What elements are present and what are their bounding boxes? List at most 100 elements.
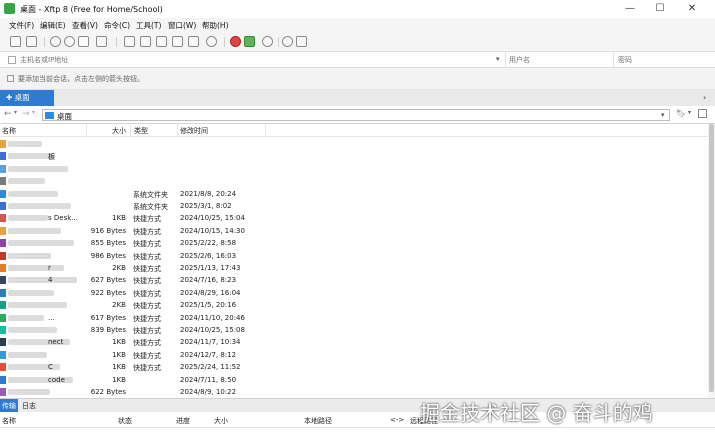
file-row[interactable]: ... 617 Bytes 快捷方式 2024/11/10, 20:46 [0,312,715,324]
stop-icon[interactable] [230,36,241,47]
file-row[interactable]: 4 627 Bytes 快捷方式 2024/7/16, 8:23 [0,274,715,286]
menu-command[interactable]: 命令(C) [104,20,130,31]
tab-log[interactable]: 日志 [22,401,36,411]
password-field[interactable] [618,54,708,66]
file-row[interactable]: 系统文件夹 2021/8/8, 20:24 [0,188,715,200]
xshell-icon[interactable] [244,36,255,47]
delete-icon[interactable] [156,36,167,47]
file-size: 839 Bytes [90,326,126,334]
file-modified: 2025/3/1, 8:02 [180,202,232,210]
chevron-down-icon[interactable]: ▾ [496,55,500,63]
file-row[interactable]: code 1KB 2024/7/11, 8:50 [0,374,715,386]
transfer-col-local-path[interactable]: 本地路径 [304,416,332,426]
file-row[interactable]: 922 Bytes 快捷方式 2024/8/29, 16:04 [0,287,715,299]
toolbar-divider [116,37,117,47]
close-button[interactable]: ✕ [680,0,704,18]
disconnect-icon[interactable] [64,36,75,47]
file-modified: 2025/1/13, 17:43 [180,264,241,272]
globe-icon[interactable] [206,36,217,47]
forward-icon[interactable]: → [22,109,30,119]
chevron-down-icon[interactable]: ▾ [14,109,17,116]
menu-tools[interactable]: 工具(T) [136,20,161,31]
refresh-icon[interactable] [698,109,707,118]
file-row[interactable]: 916 Bytes 快捷方式 2024/10/15, 14:30 [0,225,715,237]
file-row[interactable]: 855 Bytes 快捷方式 2025/2/22, 8:58 [0,237,715,249]
chevron-right-icon[interactable]: › [703,93,706,102]
file-modified: 2025/1/5, 20:16 [180,301,237,310]
chat-icon[interactable] [296,36,307,47]
file-row[interactable]: nect 1KB 快捷方式 2024/11/7, 10:34 [0,336,715,348]
file-size: 2KB [112,301,126,310]
file-row[interactable]: 板 [0,150,715,162]
file-row[interactable]: 2KB 快捷方式 2025/1/5, 20:16 [0,299,715,311]
file-row[interactable] [0,163,715,175]
redacted-name [8,252,51,259]
column-divider[interactable] [177,124,178,137]
file-row[interactable]: 1KB 快捷方式 2024/12/7, 8:12 [0,349,715,361]
properties-icon[interactable] [172,36,183,47]
transfer-col-direction[interactable]: <-> [390,416,404,424]
watermark: 掘金技术社区 @ 奋斗的鸡 [420,401,653,425]
column-name[interactable]: 名称 [2,126,16,136]
menu-file[interactable]: 文件(F) [9,20,34,31]
file-size: 1KB [112,363,126,372]
file-modified: 2025/2/24, 11:52 [180,363,241,372]
path-input[interactable]: 桌面 ▾ [42,109,670,121]
column-type[interactable]: 类型 [134,126,148,136]
menu-help[interactable]: 帮助(H) [202,20,229,31]
new-session-icon[interactable] [10,36,21,47]
transfer-col-name[interactable]: 名称 [2,416,16,426]
copy-icon[interactable] [124,36,135,47]
chevron-down-icon[interactable]: ▾ [661,111,665,119]
column-divider[interactable] [130,124,131,137]
transfer-list [0,428,715,446]
file-size: 855 Bytes [90,239,126,248]
gear-icon[interactable] [262,36,273,47]
toolbar [0,32,715,52]
username-field[interactable] [509,54,609,66]
column-divider[interactable] [86,124,87,137]
connect-icon[interactable] [50,36,61,47]
transfer-col-status[interactable]: 状态 [118,416,132,426]
vertical-scrollbar[interactable] [708,124,715,398]
menu-window[interactable]: 窗口(W) [168,20,196,31]
file-row[interactable] [0,175,715,187]
file-row[interactable]: r 2KB 快捷方式 2025/1/13, 17:43 [0,262,715,274]
upload-icon[interactable] [96,36,107,47]
tab-desktop[interactable]: ✚ 桌面 [0,90,54,106]
menu-edit[interactable]: 编辑(E) [40,20,66,31]
help-icon[interactable] [282,36,293,47]
menu-view[interactable]: 查看(V) [72,20,98,31]
column-modified[interactable]: 修改时间 [180,126,208,136]
transfer-col-progress[interactable]: 进度 [176,416,190,426]
transfer-col-size[interactable]: 大小 [214,416,228,426]
chevron-down-icon[interactable]: ▾ [688,109,691,116]
file-modified: 2024/7/11, 8:50 [180,375,237,384]
paste-icon[interactable] [140,36,151,47]
file-row[interactable]: 839 Bytes 快捷方式 2024/10/25, 15:08 [0,324,715,336]
file-row[interactable]: s Desk... 1KB 快捷方式 2024/10/25, 15:04 [0,212,715,224]
bookmark-icon[interactable]: 🔖︎ [676,109,686,118]
column-size[interactable]: 大小 [112,126,126,136]
chevron-down-icon[interactable]: ▾ [32,109,35,116]
transfer-icon[interactable] [78,36,89,47]
scroll-thumb[interactable] [709,124,714,392]
column-divider[interactable] [265,124,266,137]
open-folder-icon[interactable] [26,36,37,47]
file-row[interactable] [0,138,715,150]
back-icon[interactable]: ← [4,109,12,119]
tab-transfer[interactable]: 传输 [0,399,18,413]
file-icon [0,202,6,210]
minimize-button[interactable]: — [618,0,642,18]
address-book-icon[interactable] [8,56,16,64]
hint-text: 要添加当前会话，点击左侧的箭头按钮。 [18,75,144,83]
file-row[interactable]: 986 Bytes 快捷方式 2025/2/6, 16:03 [0,250,715,262]
redacted-name [8,327,57,333]
view-list-icon[interactable] [188,36,199,47]
host-input[interactable] [20,54,500,66]
file-row[interactable]: 系统文件夹 2025/3/1, 8:02 [0,200,715,212]
file-row[interactable]: C 1KB 快捷方式 2025/2/24, 11:52 [0,361,715,373]
maximize-button[interactable]: ☐ [648,0,672,18]
file-size: 1KB [112,350,126,359]
hint-bar: 要添加当前会话，点击左侧的箭头按钮。 [0,68,715,90]
